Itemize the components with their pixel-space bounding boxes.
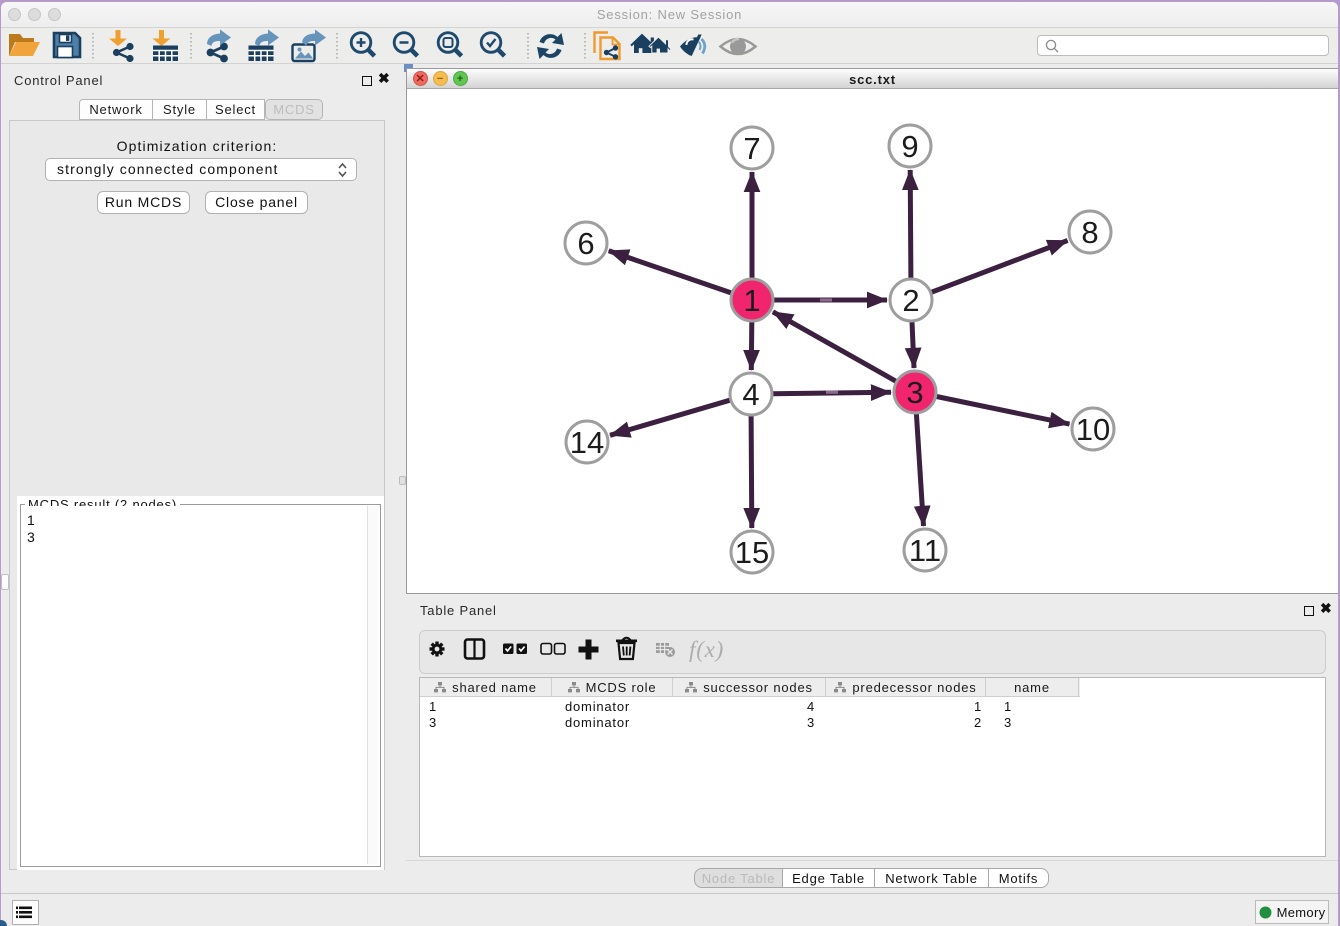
svg-text:1: 1 [743,283,760,318]
svg-text:11: 11 [909,533,941,568]
svg-text:10: 10 [1076,412,1110,447]
svg-text:15: 15 [735,535,769,570]
svg-text:9: 9 [901,129,918,164]
svg-text:2: 2 [902,283,919,318]
svg-text:8: 8 [1081,215,1098,250]
svg-text:3: 3 [906,375,923,410]
svg-text:14: 14 [570,425,604,460]
svg-text:f(x): f(x) [689,637,724,662]
svg-text:7: 7 [743,131,760,166]
svg-text:4: 4 [742,377,759,412]
svg-text:6: 6 [577,226,594,261]
